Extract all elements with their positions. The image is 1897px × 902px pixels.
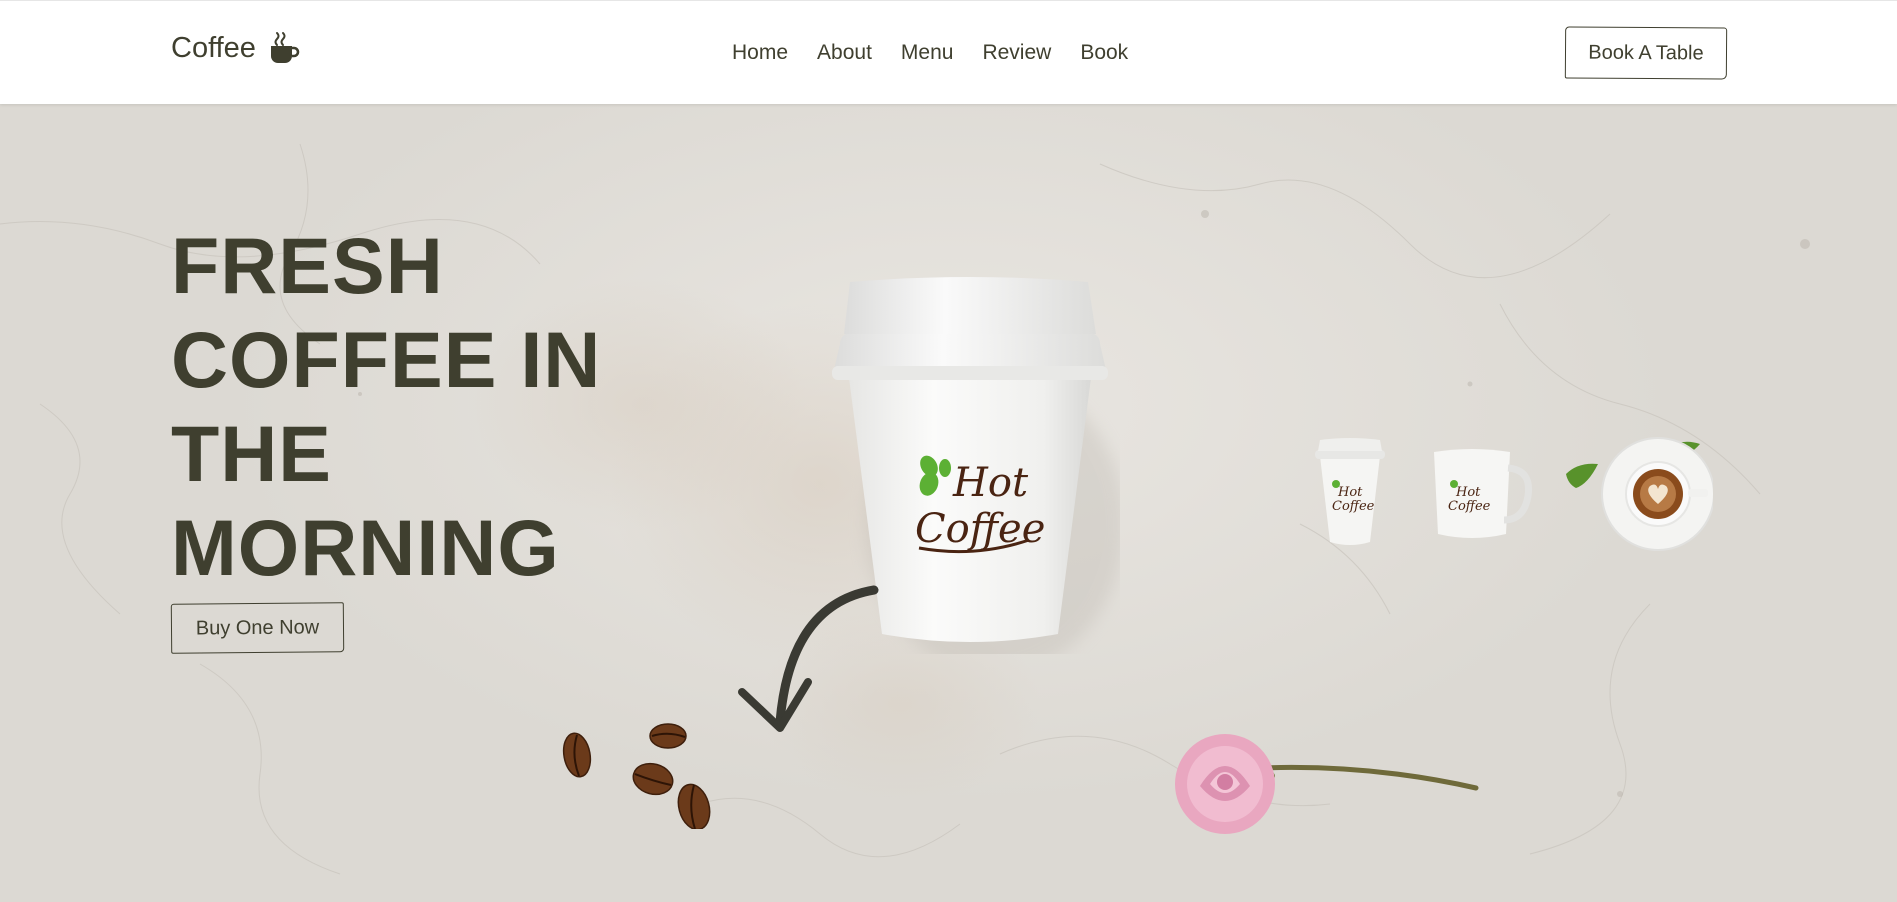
- pink-rose-image: [1175, 734, 1479, 834]
- thumbnail-paper-cup[interactable]: Hot Coffee: [1310, 438, 1390, 550]
- nav-about[interactable]: About: [817, 41, 872, 65]
- thumbnail-mug[interactable]: Hot Coffee: [1428, 444, 1538, 544]
- nav-review[interactable]: Review: [982, 41, 1051, 65]
- svg-text:Hot: Hot: [1455, 485, 1481, 500]
- headline-line-3: THE: [171, 409, 332, 498]
- headline-line-1: FRESH: [171, 221, 444, 310]
- brand-name: Coffee: [171, 31, 256, 64]
- main-nav: Home About Menu Review Book: [732, 41, 1128, 65]
- curved-arrow-icon: [738, 585, 879, 732]
- product-thumbnails: Hot Coffee Hot Coffee: [1310, 434, 1713, 554]
- thumbnail-latte[interactable]: [1558, 434, 1713, 554]
- coffee-cup-icon: [270, 32, 300, 63]
- book-table-button[interactable]: Book A Table: [1564, 26, 1728, 80]
- headline-line-4: MORNING: [171, 503, 560, 592]
- svg-text:Coffee: Coffee: [1448, 499, 1491, 514]
- hero-headline: FRESH COFFEE IN THE MORNING: [171, 219, 601, 595]
- nav-home[interactable]: Home: [732, 41, 788, 65]
- brand-logo[interactable]: Coffee: [171, 31, 300, 65]
- buy-one-now-button[interactable]: Buy One Now: [170, 602, 345, 654]
- svg-text:Hot: Hot: [952, 460, 1029, 506]
- svg-text:Coffee: Coffee: [915, 506, 1045, 552]
- svg-text:Coffee: Coffee: [1332, 499, 1375, 514]
- nav-menu[interactable]: Menu: [901, 41, 954, 65]
- coffee-beans-image: [562, 723, 711, 829]
- svg-text:Hot: Hot: [1337, 485, 1363, 500]
- hero-section: FRESH COFFEE IN THE MORNING Buy One Now: [0, 104, 1897, 902]
- site-header: Coffee Home About Menu Review Book Book …: [0, 0, 1897, 104]
- headline-line-2: COFFEE IN: [171, 315, 602, 404]
- nav-book[interactable]: Book: [1080, 41, 1128, 65]
